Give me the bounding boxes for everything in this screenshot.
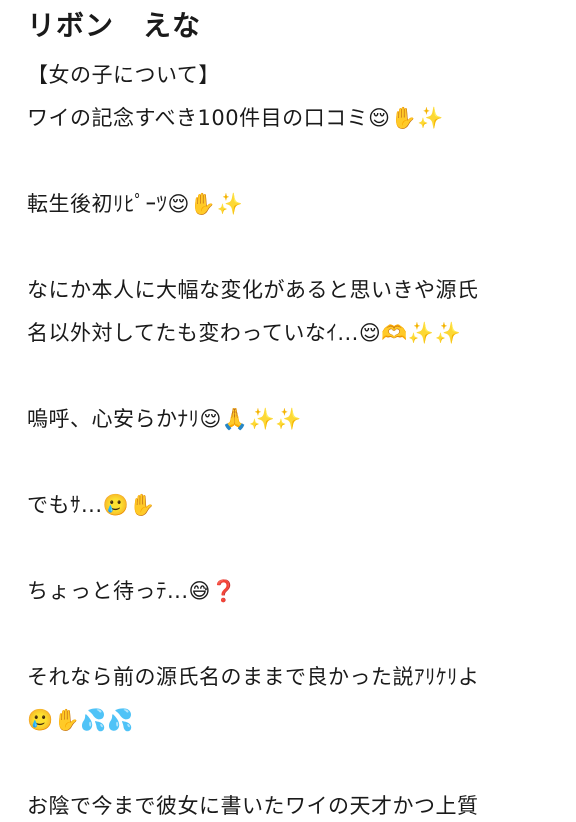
section-heading: 【女の子について】 [27,63,220,87]
body-line: ちょっと待っﾃ...😅❓ [27,579,238,603]
body-line: 🥲✋💦💦 [27,708,134,732]
body-line: 嗚呼、心安らかﾅﾘ😌🙏✨✨ [27,407,302,431]
body-line: 名以外対してたも変わっていなｲ...😌🫶✨✨ [27,321,462,345]
body-line: なにか本人に大幅な変化があると思いきや源氏 [27,278,479,302]
body-line: 転生後初ﾘﾋﾟｰﾂ😌✋✨ [27,192,244,216]
body-line: お陰で今まで彼女に書いたワイの天才かつ上質 [27,794,479,818]
post-title: リボン えな [27,9,202,42]
body-line: それなら前の源氏名のままで良かった説ｱﾘｹﾘよ [27,665,480,689]
body-line: ワイの記念すべき100件目の口コミ😌✋✨ [27,106,444,130]
body-line: でもｻ...🥲✋ [27,493,156,517]
